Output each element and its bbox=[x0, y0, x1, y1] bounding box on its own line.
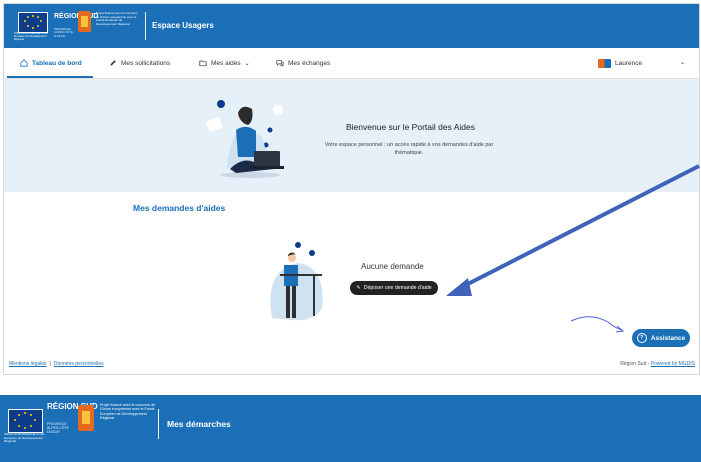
region-emblem-icon bbox=[78, 405, 94, 431]
annotation-squiggle-icon bbox=[570, 316, 623, 331]
mes-demarches-banner: UNION EUROPÉENNE Fonds Européen de Dével… bbox=[0, 395, 701, 462]
annotation-arrowhead-icon bbox=[446, 278, 472, 296]
region-subtitle: PROVENCE ALPES CÔTE D'AZUR bbox=[47, 422, 69, 434]
project-funding-text: Projet financé avec le concours de l'Uni… bbox=[100, 403, 155, 421]
annotation-arrow-icon bbox=[457, 164, 700, 291]
eu-flag-logo bbox=[8, 409, 43, 433]
eu-caption: UNION EUROPÉENNE Fonds Européen de Dével… bbox=[4, 432, 45, 444]
banner-divider bbox=[158, 409, 159, 439]
annotation-overlay bbox=[446, 164, 700, 333]
banner-title: Mes démarches bbox=[167, 419, 231, 429]
